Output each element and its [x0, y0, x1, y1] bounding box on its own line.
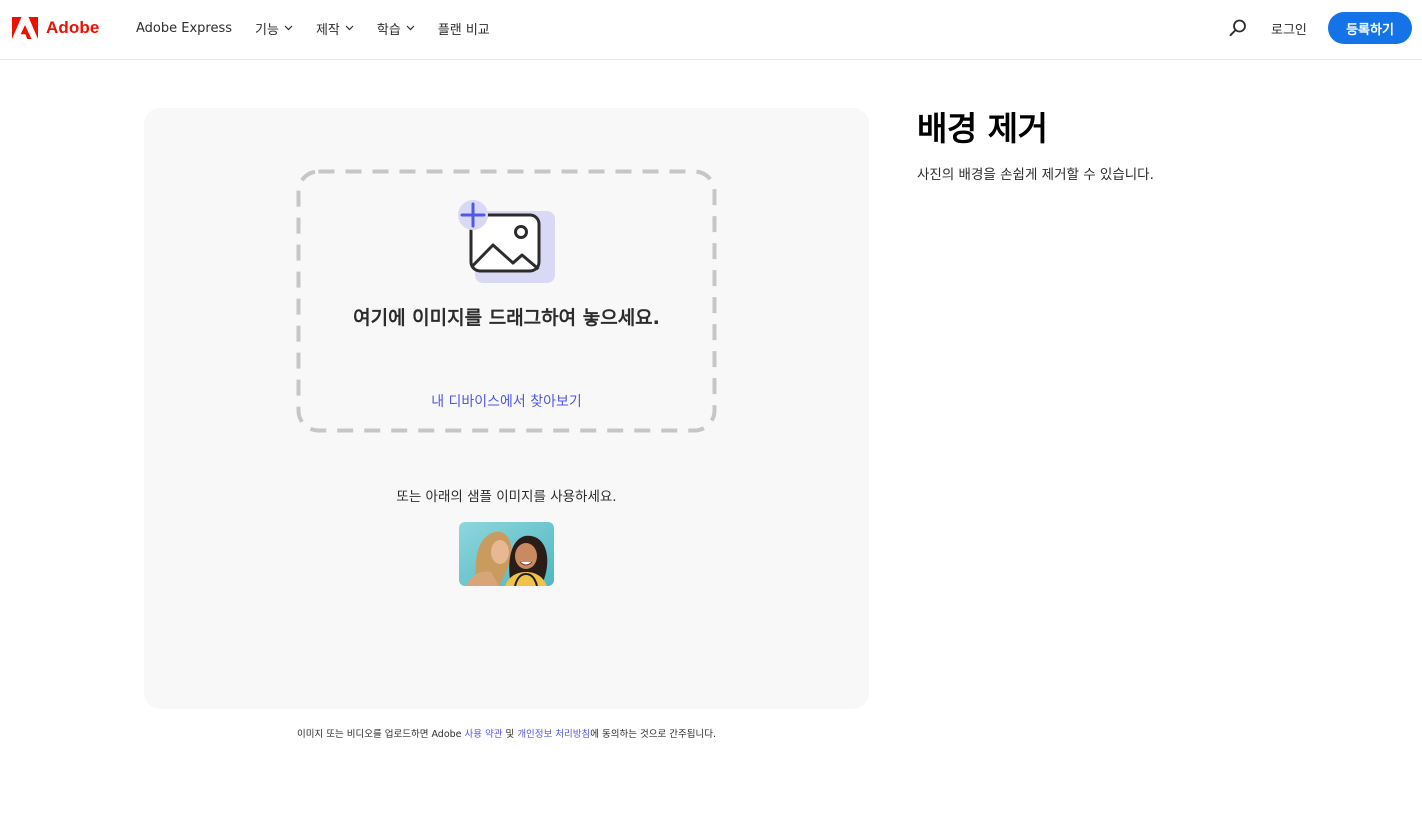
page-title: 배경 제거: [917, 109, 1048, 148]
chevron-down-icon: [345, 25, 354, 31]
adobe-logo-icon: [12, 17, 38, 39]
nav-label: 플랜 비교: [437, 22, 490, 38]
nav-label: 기능: [255, 22, 279, 38]
nav-label: Adobe Express: [136, 20, 233, 36]
dropzone-title: 여기에 이미지를 드래그하여 놓으세요.: [353, 307, 660, 329]
signup-button[interactable]: 등록하기: [1328, 12, 1412, 44]
search-icon: [1229, 19, 1246, 37]
nav-features[interactable]: 기능: [255, 19, 293, 38]
nav-adobe-express[interactable]: Adobe Express: [136, 21, 232, 36]
privacy-policy-link[interactable]: 개인정보 처리방침: [517, 729, 590, 740]
terms-of-use-link[interactable]: 사용 약관: [465, 729, 503, 740]
sample-image-thumbnail[interactable]: [459, 522, 554, 586]
nav-learn[interactable]: 학습: [377, 19, 415, 38]
adobe-logo-text: Adobe: [46, 18, 100, 37]
legal-and: 및: [502, 729, 518, 740]
nav-label: 제작: [315, 22, 340, 38]
browse-device-link[interactable]: 내 디바이스에서 찾아보기: [296, 391, 717, 411]
sample-photo-two-women: [459, 522, 554, 586]
login-link[interactable]: 로그인: [1271, 19, 1307, 38]
top-navigation-bar: Adobe Adobe Express 기능 제작 학습 플랜 비교 로그인 등…: [0, 0, 1422, 60]
add-image-icon: [458, 200, 555, 283]
adobe-logo[interactable]: Adobe: [12, 17, 99, 39]
upload-panel: 여기에 이미지를 드래그하여 놓으세요. 내 디바이스에서 찾아보기 또는 아래…: [144, 108, 869, 709]
nav-create[interactable]: 제작: [316, 19, 354, 38]
nav-label: 학습: [376, 22, 401, 38]
search-button[interactable]: [1228, 18, 1248, 38]
legal-prefix: 이미지 또는 비디오를 업로드하면 Adobe: [297, 729, 465, 740]
chevron-down-icon: [406, 25, 415, 31]
nav-compare-plans[interactable]: 플랜 비교: [438, 19, 490, 38]
sample-images-label: 또는 아래의 샘플 이미지를 사용하세요.: [396, 489, 617, 505]
legal-notice: 이미지 또는 비디오를 업로드하면 Adobe 사용 약관 및 개인정보 처리방…: [144, 726, 869, 740]
legal-suffix: 에 동의하는 것으로 간주됩니다.: [590, 729, 716, 740]
page-subtitle: 사진의 배경을 손쉽게 제거할 수 있습니다.: [917, 167, 1154, 183]
chevron-down-icon: [284, 25, 293, 31]
image-dropzone[interactable]: 여기에 이미지를 드래그하여 놓으세요. 내 디바이스에서 찾아보기: [296, 169, 717, 433]
main-nav: Adobe Express 기능 제작 학습 플랜 비교: [136, 0, 490, 56]
